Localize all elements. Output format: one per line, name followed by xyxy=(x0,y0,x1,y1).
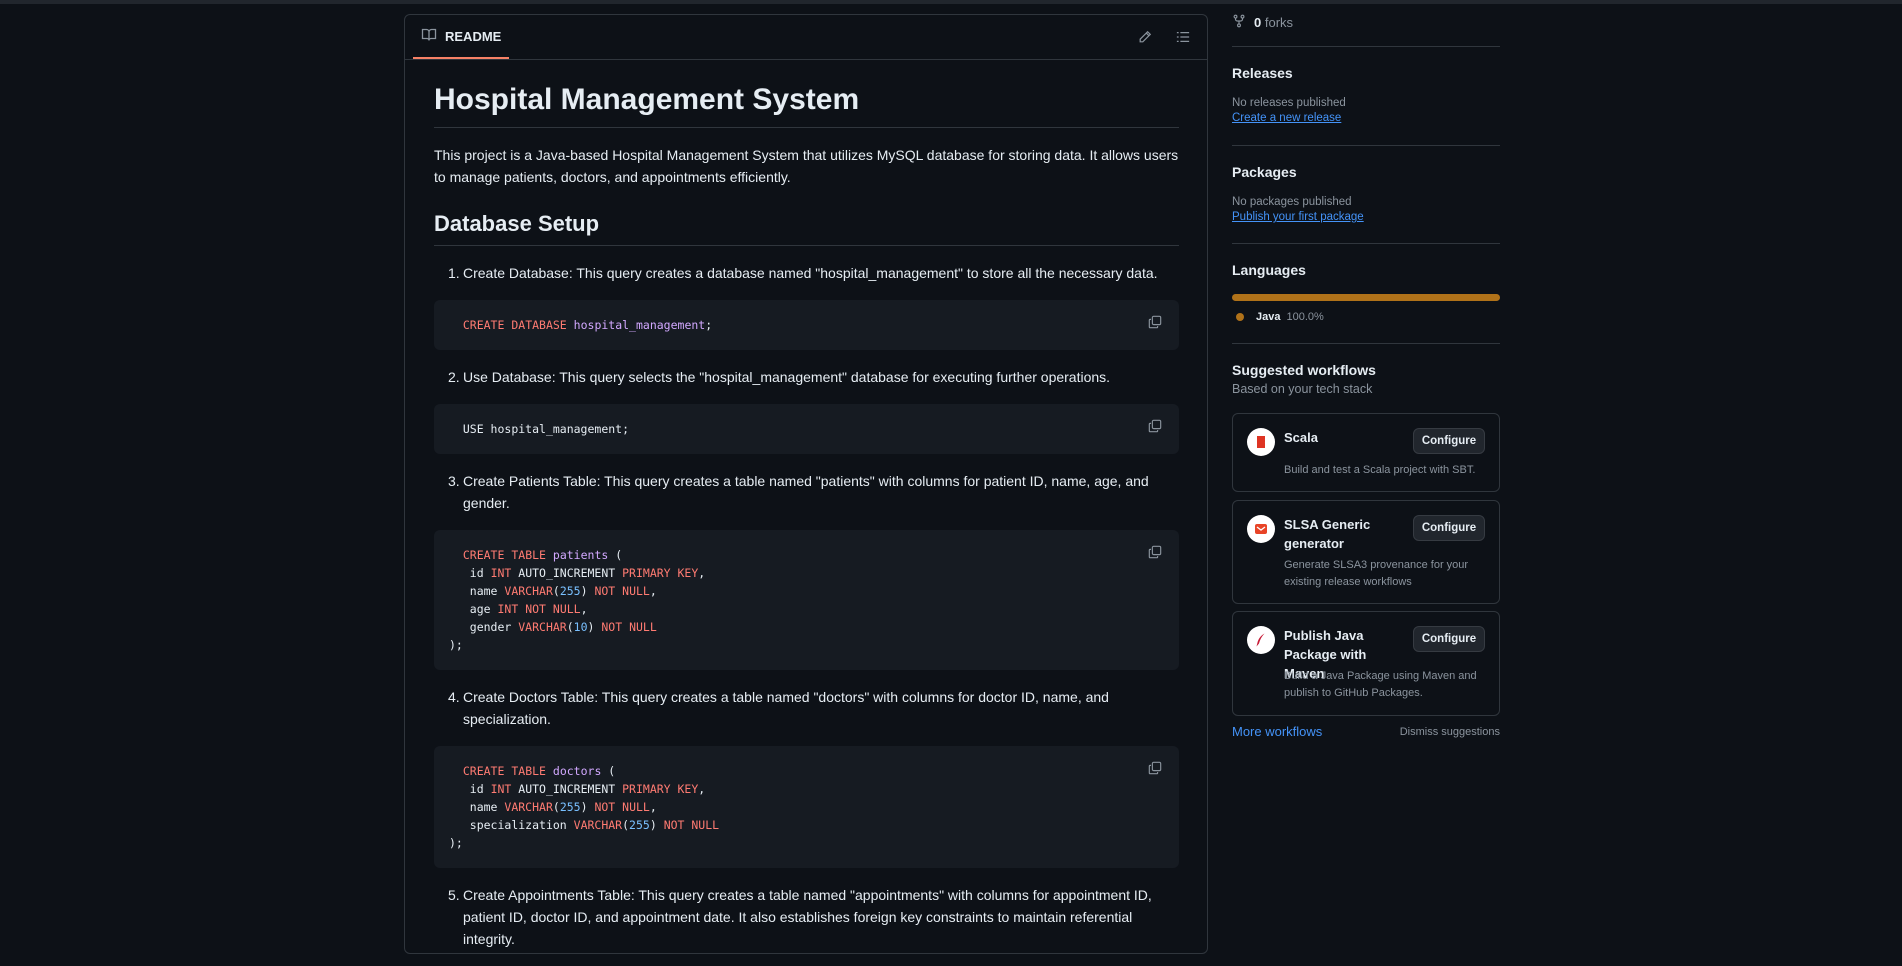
copy-icon[interactable] xyxy=(1143,414,1167,438)
languages-section: Languages Java 100.0% xyxy=(1232,243,1500,344)
packages-heading: Packages xyxy=(1232,164,1297,180)
workflow-title: SLSA Generic generator xyxy=(1284,517,1371,551)
code-block-patients-table: CREATE TABLE patients ( id INT AUTO_INCR… xyxy=(434,530,1179,670)
language-bar xyxy=(1232,294,1500,301)
configure-button[interactable]: Configure xyxy=(1413,515,1485,541)
releases-heading: Releases xyxy=(1232,65,1293,81)
code-block-use-database: USE hospital_management; xyxy=(434,404,1179,454)
publish-package-link[interactable]: Publish your first package xyxy=(1232,211,1500,223)
releases-status: No releases published xyxy=(1232,97,1346,109)
forks-label: forks xyxy=(1264,14,1294,30)
section-heading: Database Setup xyxy=(434,210,1179,246)
workflow-card: Publish Java Package with Maven Configur… xyxy=(1232,611,1500,716)
language-name: Java xyxy=(1256,311,1281,323)
create-release-link[interactable]: Create a new release xyxy=(1232,112,1500,124)
language-item[interactable]: Java 100.0% xyxy=(1232,311,1500,323)
tab-readme[interactable]: README xyxy=(413,15,510,59)
configure-button[interactable]: Configure xyxy=(1413,626,1485,652)
copy-icon[interactable] xyxy=(1143,540,1167,564)
top-border xyxy=(0,0,1902,4)
maven-icon xyxy=(1247,626,1275,654)
readme-content: Hospital Management System This project … xyxy=(434,81,1179,966)
edit-icon[interactable] xyxy=(1133,25,1157,49)
configure-button[interactable]: Configure xyxy=(1413,428,1485,454)
workflow-title: Scala xyxy=(1284,430,1318,445)
slsa-icon xyxy=(1247,515,1275,543)
list-item: 1. Create Database: This query creates a … xyxy=(434,262,1179,350)
languages-heading: Languages xyxy=(1232,262,1306,278)
readme-intro: This project is a Java-based Hospital Ma… xyxy=(434,146,1179,185)
copy-icon[interactable] xyxy=(1143,756,1167,780)
book-icon xyxy=(421,27,437,46)
language-color-dot xyxy=(1236,313,1244,321)
list-item: 5. Create Appointments Table: This query … xyxy=(448,887,1152,947)
workflows-heading: Suggested workflows xyxy=(1232,362,1376,378)
packages-section: Packages No packages published Publish y… xyxy=(1232,145,1500,244)
packages-status: No packages published xyxy=(1232,196,1352,208)
more-workflows-link[interactable]: More workflows xyxy=(1232,724,1322,739)
list-item: 4. Create Doctors Table: This query creat… xyxy=(434,686,1179,868)
readme-title: Hospital Management System xyxy=(434,81,1179,128)
dismiss-suggestions-link[interactable]: Dismiss suggestions xyxy=(1400,726,1500,738)
copy-icon[interactable] xyxy=(1143,310,1167,334)
list-item: 3. Create Patients Table: This query crea… xyxy=(434,470,1179,670)
workflows-subheading: Based on your tech stack xyxy=(1232,382,1373,396)
workflow-card: SLSA Generic generator Configure Generat… xyxy=(1232,500,1500,604)
releases-section: Releases No releases published Create a … xyxy=(1232,46,1500,145)
workflow-desc: Build a Java Package using Maven and pub… xyxy=(1284,670,1477,699)
workflow-desc: Generate SLSA3 provenance for your exist… xyxy=(1284,559,1469,588)
workflow-desc: Build and test a Scala project with SBT. xyxy=(1284,464,1476,476)
readme-header: README xyxy=(405,15,1207,60)
readme-panel: README Hospital Management System This p… xyxy=(404,14,1208,954)
code-block-doctors-table: CREATE TABLE doctors ( id INT AUTO_INCRE… xyxy=(434,746,1179,868)
outline-list-icon[interactable] xyxy=(1171,25,1195,49)
forks-link[interactable]: 0 forks xyxy=(1232,0,1293,44)
fork-icon xyxy=(1232,14,1246,31)
tab-readme-label: README xyxy=(445,28,502,44)
scala-icon xyxy=(1247,428,1275,456)
workflow-card: Scala Configure Build and test a Scala p… xyxy=(1232,413,1500,492)
list-item: 2. Use Database: This query selects the "… xyxy=(434,366,1179,454)
forks-count: 0 xyxy=(1254,14,1262,30)
language-percent: 100.0% xyxy=(1286,311,1324,323)
code-block-create-database: CREATE DATABASE hospital_management; xyxy=(434,300,1179,350)
